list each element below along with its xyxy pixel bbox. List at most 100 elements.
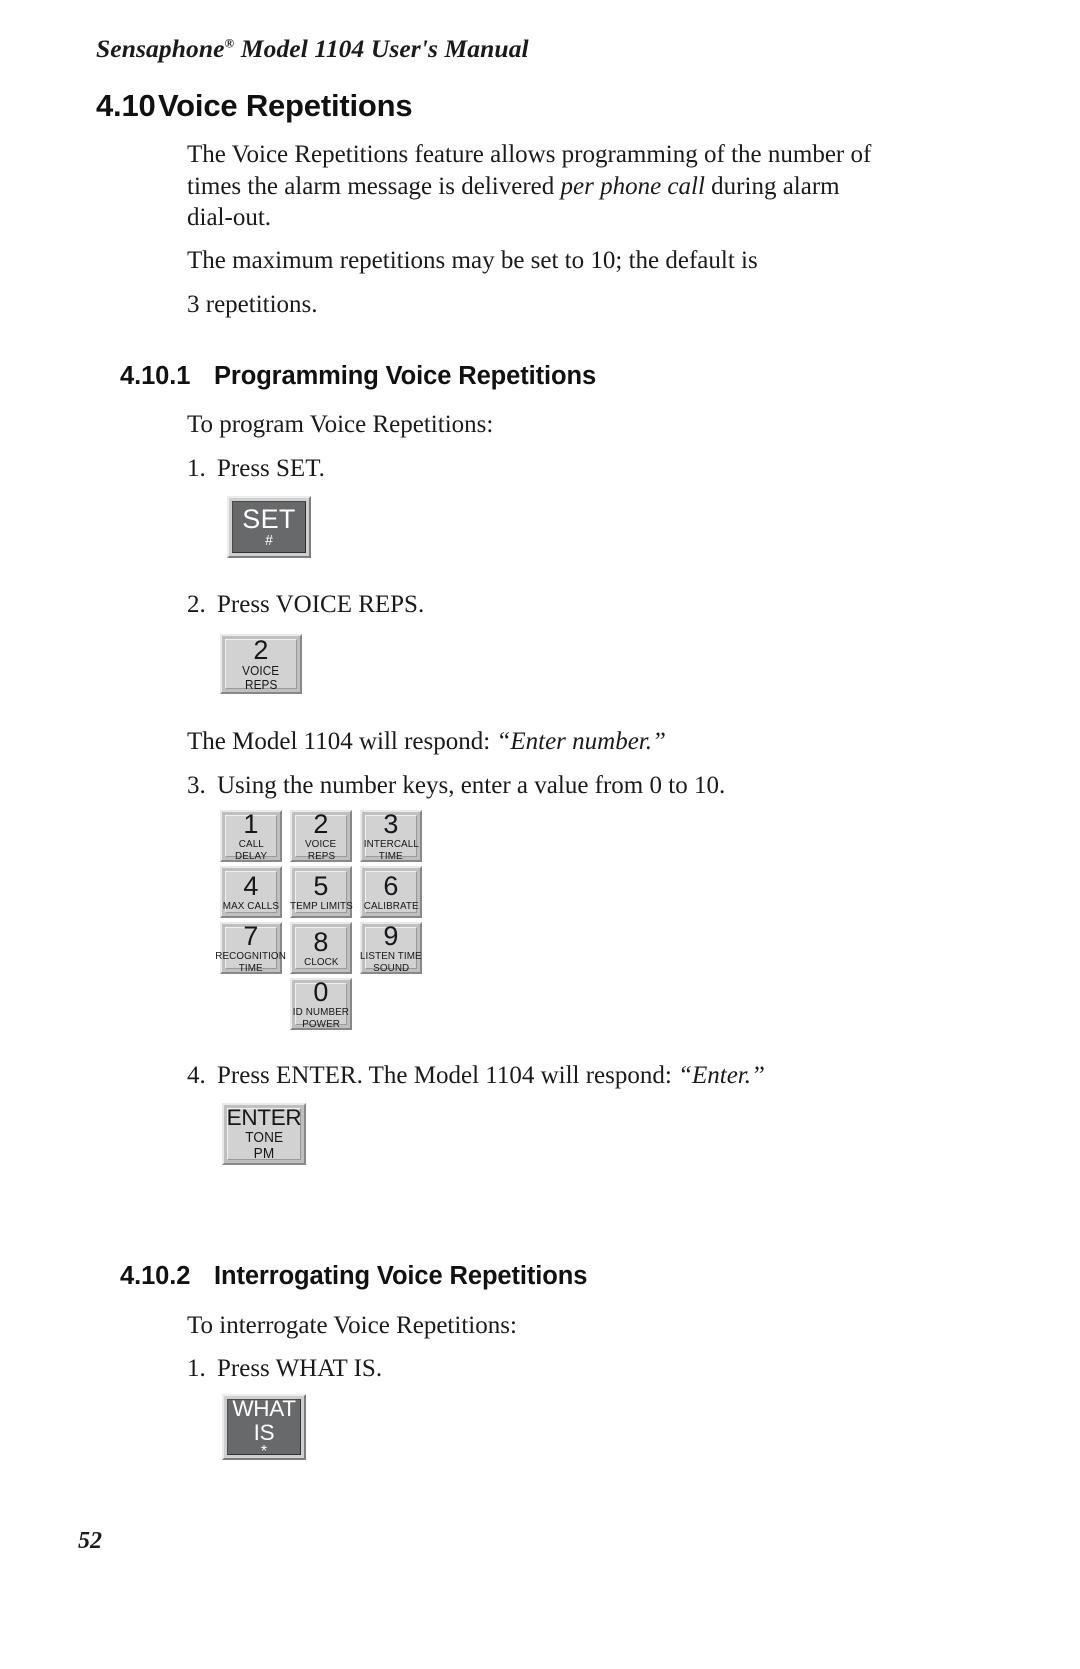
keypad-key-1[interactable]: 1 CALL DELAY bbox=[220, 809, 282, 862]
keypad-key-0-digit: 0 bbox=[313, 976, 329, 1007]
key-enter-label: ENTER bbox=[226, 1104, 302, 1130]
step-2-press-voice-reps: 2. Press VOICE REPS. bbox=[187, 589, 424, 621]
key-2-sublabel-line2: REPS bbox=[244, 678, 278, 693]
registered-mark-icon: ® bbox=[224, 35, 235, 51]
keypad-key-6[interactable]: 6 CALIBRATE bbox=[360, 866, 422, 918]
section-intro-paragraph-2: The maximum repetitions may be set to 10… bbox=[187, 247, 758, 274]
keypad-key-7-digit: 7 bbox=[243, 920, 259, 951]
keypad-key-4[interactable]: 4 MAX CALLS bbox=[220, 866, 282, 918]
step-2-text: Press VOICE REPS. bbox=[217, 591, 425, 618]
keypad-key-8[interactable]: 8 CLOCK bbox=[290, 922, 352, 974]
key-what-is-label-line2: IS bbox=[253, 1419, 275, 1445]
keypad-key-4-face: 4 MAX CALLS bbox=[222, 870, 280, 913]
key-enter-sublabel-tone: TONE bbox=[244, 1129, 283, 1146]
step-1b-text: Press WHAT IS. bbox=[217, 1355, 383, 1382]
keypad-key-9-sub2: SOUND bbox=[372, 962, 410, 975]
keypad-key-1-sub2: DELAY bbox=[234, 850, 268, 863]
key-2-sublabel-line1: VOICE bbox=[242, 664, 280, 679]
keypad-key-1-digit: 1 bbox=[243, 808, 259, 839]
running-header-title: Model 1104 User's Manual bbox=[234, 34, 529, 63]
keypad-key-3-sub2: TIME bbox=[379, 850, 403, 863]
section-intro-paragraph-1: The Voice Repetitions feature allows pro… bbox=[187, 139, 887, 234]
section-title: Voice Repetitions bbox=[158, 88, 413, 123]
keypad-key-0-sub1: ID NUMBER bbox=[292, 1006, 350, 1019]
subsection-heading-4-10-1: 4.10.1 Programming Voice Repetitions bbox=[120, 362, 596, 391]
step-4-quote: “Enter.” bbox=[678, 1062, 765, 1089]
key-2-digit: 2 bbox=[253, 634, 269, 665]
keypad-key-5-sub1: TEMP LIMITS bbox=[289, 900, 353, 913]
key-enter[interactable]: ENTER TONE PM bbox=[222, 1103, 306, 1165]
key-enter-sublabel-pm: PM bbox=[253, 1145, 275, 1162]
section-heading-4-10: 4.10Voice Repetitions bbox=[96, 88, 413, 124]
keypad-key-2-face: 2 VOICE REPS bbox=[295, 809, 347, 862]
keypad-key-0-sub2: POWER bbox=[302, 1018, 340, 1031]
keypad-key-4-digit: 4 bbox=[243, 870, 259, 901]
keypad-key-4-sub1: MAX CALLS bbox=[222, 900, 280, 913]
keypad-key-7[interactable]: 7 RECOGNITION TIME bbox=[216, 921, 287, 974]
keypad-key-1-sub1: CALL bbox=[238, 838, 264, 851]
keypad-key-5-digit: 5 bbox=[313, 870, 329, 901]
keypad-key-5-face: 5 TEMP LIMITS bbox=[290, 870, 352, 913]
subsection-2-number: 4.10.2 bbox=[120, 1262, 191, 1290]
model-response-quote: “Enter number.” bbox=[496, 728, 666, 755]
keypad-key-3[interactable]: 3 INTERCALL TIME bbox=[360, 809, 422, 862]
step-1-press-set: 1. Press SET. bbox=[187, 453, 325, 485]
running-header: Sensaphone® Model 1104 User's Manual bbox=[96, 34, 529, 64]
keypad-key-8-face: 8 CLOCK bbox=[295, 927, 347, 969]
step-4-text: Press ENTER. The Model 1104 will respond… bbox=[217, 1062, 679, 1089]
key-what-is-face: WHAT IS * bbox=[227, 1396, 301, 1460]
keypad-key-6-sub1: CALIBRATE bbox=[363, 900, 419, 913]
keypad-key-6-face: 6 CALIBRATE bbox=[363, 871, 419, 913]
section-number: 4.10 bbox=[96, 88, 156, 123]
step-3-marker: 3. bbox=[187, 772, 206, 799]
step-3-enter-value: 3. Using the number keys, enter a value f… bbox=[187, 770, 725, 802]
subsection-1-title: Programming Voice Repetitions bbox=[214, 362, 597, 390]
step-1-marker: 1. bbox=[187, 455, 206, 482]
key-set-face: SET # bbox=[232, 501, 306, 553]
keypad-key-7-sub1: RECOGNITION bbox=[215, 950, 287, 963]
keypad-key-3-sub1: INTERCALL bbox=[363, 838, 419, 851]
running-header-brand: Sensaphone bbox=[96, 34, 225, 63]
step-1-press-what-is: 1. Press WHAT IS. bbox=[187, 1353, 382, 1385]
keypad-key-9-sub1: LISTEN TIME bbox=[360, 950, 422, 963]
key-what-is[interactable]: WHAT IS * bbox=[222, 1394, 306, 1460]
key-set-label: SET bbox=[242, 503, 296, 534]
subsection-1-number: 4.10.1 bbox=[120, 362, 191, 390]
keypad-key-8-digit: 8 bbox=[313, 926, 329, 957]
keypad-key-9[interactable]: 9 LISTEN TIME SOUND bbox=[360, 921, 422, 974]
key-2-voice-reps[interactable]: 2 VOICE REPS bbox=[220, 634, 302, 694]
subsection-1-lead-in: To program Voice Repetitions: bbox=[187, 411, 494, 438]
key-set-sublabel-hash: # bbox=[265, 533, 273, 550]
manual-page: Sensaphone® Model 1104 User's Manual 4.1… bbox=[0, 0, 1080, 1669]
key-set[interactable]: SET # bbox=[227, 496, 311, 558]
keypad-key-3-digit: 3 bbox=[383, 808, 399, 839]
page-number: 52 bbox=[78, 1528, 102, 1554]
model-response-enter-number: The Model 1104 will respond: “Enter numb… bbox=[187, 726, 666, 758]
keypad-key-8-sub1: CLOCK bbox=[303, 956, 339, 969]
key-2-voice-reps-face: 2 VOICE REPS bbox=[225, 634, 297, 693]
keypad-key-9-digit: 9 bbox=[383, 920, 399, 951]
key-enter-face: ENTER TONE PM bbox=[226, 1104, 302, 1162]
keypad-key-5[interactable]: 5 TEMP LIMITS bbox=[290, 866, 352, 918]
keypad-key-7-face: 7 RECOGNITION TIME bbox=[216, 921, 287, 973]
subsection-heading-4-10-2: 4.10.2 Interrogating Voice Repetitions bbox=[120, 1262, 587, 1291]
keypad-key-2-sub2: REPS bbox=[307, 850, 335, 863]
key-what-is-label-line1: WHAT bbox=[232, 1396, 296, 1422]
subsection-2-title: Interrogating Voice Repetitions bbox=[214, 1262, 588, 1290]
keypad-key-0[interactable]: 0 ID NUMBER POWER bbox=[290, 977, 352, 1030]
keypad-key-2-sub1: VOICE bbox=[305, 838, 337, 851]
keypad-key-2[interactable]: 2 VOICE REPS bbox=[290, 809, 352, 862]
keypad-key-9-face: 9 LISTEN TIME SOUND bbox=[360, 921, 422, 973]
keypad-key-0-face: 0 ID NUMBER POWER bbox=[292, 977, 350, 1029]
model-response-prefix: The Model 1104 will respond: bbox=[187, 728, 497, 755]
step-1-text: Press SET. bbox=[217, 455, 325, 482]
step-3-text: Using the number keys, enter a value fro… bbox=[217, 772, 726, 799]
keypad-key-3-face: 3 INTERCALL TIME bbox=[363, 809, 419, 861]
step-1b-marker: 1. bbox=[187, 1355, 206, 1382]
keypad-key-2-digit: 2 bbox=[313, 808, 329, 839]
keypad-key-1-face: 1 CALL DELAY bbox=[225, 809, 277, 862]
step-4-marker: 4. bbox=[187, 1062, 206, 1089]
step-2-marker: 2. bbox=[187, 591, 206, 618]
key-what-is-asterisk: * bbox=[260, 1442, 268, 1460]
intro-text-italic: per phone call bbox=[560, 172, 705, 200]
